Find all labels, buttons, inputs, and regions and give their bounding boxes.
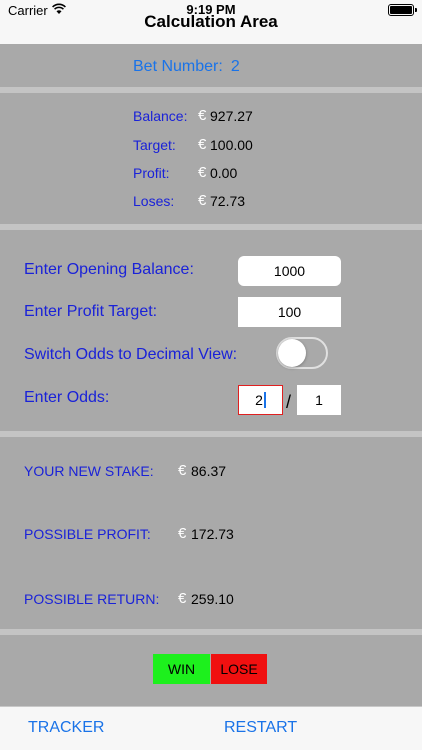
profit-target-input[interactable]: 100 bbox=[238, 297, 341, 327]
balance-currency: € bbox=[198, 107, 207, 124]
odds-label: Enter Odds: bbox=[24, 389, 110, 406]
odds-numerator-input[interactable]: 2 bbox=[238, 385, 283, 415]
bet-number-section: Bet Number: 2 bbox=[0, 44, 422, 87]
profit-target-label: Enter Profit Target: bbox=[24, 303, 158, 320]
target-currency: € bbox=[198, 136, 207, 153]
bottom-toolbar: TRACKER RESTART bbox=[0, 706, 422, 750]
balance-value: 927.27 bbox=[210, 108, 253, 124]
bet-number-value: 2 bbox=[230, 58, 240, 75]
navigation-bar: Carrier 9:19 PM Calculation Area bbox=[0, 0, 422, 44]
actions-section: WIN LOSE bbox=[0, 635, 422, 706]
possible-return-value: 259.10 bbox=[191, 591, 234, 607]
opening-balance-input[interactable]: 1000 bbox=[238, 256, 341, 286]
decimal-view-label: Switch Odds to Decimal View: bbox=[24, 346, 238, 363]
new-stake-label: YOUR NEW STAKE: bbox=[24, 463, 154, 479]
stats-section: Balance: € 927.27 Target: € 100.00 Profi… bbox=[0, 93, 422, 224]
odds-denominator-input[interactable]: 1 bbox=[297, 385, 341, 415]
new-stake-value: 86.37 bbox=[191, 463, 227, 479]
loses-label: Loses: bbox=[133, 193, 175, 209]
input-section: Enter Opening Balance: 1000 Enter Profit… bbox=[0, 230, 422, 431]
target-value: 100.00 bbox=[210, 137, 253, 153]
bet-number-row: Bet Number: 2 bbox=[133, 58, 240, 76]
balance-label: Balance: bbox=[133, 108, 188, 124]
possible-profit-value: 172.73 bbox=[191, 526, 234, 542]
opening-balance-label: Enter Opening Balance: bbox=[24, 261, 194, 278]
win-button[interactable]: WIN bbox=[153, 654, 210, 684]
lose-button[interactable]: LOSE bbox=[211, 654, 267, 684]
profit-value: 0.00 bbox=[210, 165, 238, 181]
opening-balance-value: 1000 bbox=[273, 263, 306, 279]
possible-return-currency: € bbox=[178, 590, 187, 607]
possible-profit-currency: € bbox=[178, 525, 187, 542]
restart-button[interactable]: RESTART bbox=[224, 719, 297, 737]
text-cursor bbox=[263, 392, 266, 408]
page-title: Calculation Area bbox=[144, 12, 278, 31]
possible-profit-label: POSSIBLE PROFIT: bbox=[24, 526, 151, 542]
loses-currency: € bbox=[198, 192, 207, 209]
new-stake-currency: € bbox=[178, 462, 187, 479]
odds-denominator-value: 1 bbox=[315, 392, 323, 408]
target-label: Target: bbox=[133, 137, 176, 153]
profit-target-value: 100 bbox=[277, 304, 302, 320]
possible-return-label: POSSIBLE RETURN: bbox=[24, 591, 160, 607]
loses-value: 72.73 bbox=[210, 193, 246, 209]
results-section: YOUR NEW STAKE: € 86.37 POSSIBLE PROFIT:… bbox=[0, 437, 422, 629]
decimal-view-toggle[interactable] bbox=[276, 337, 328, 369]
odds-numerator-value: 2 bbox=[255, 392, 263, 408]
bet-number-label: Bet Number: bbox=[133, 58, 223, 75]
tracker-button[interactable]: TRACKER bbox=[28, 719, 104, 737]
toggle-knob bbox=[278, 339, 306, 367]
profit-label: Profit: bbox=[133, 165, 170, 181]
profit-currency: € bbox=[198, 164, 207, 181]
odds-separator: / bbox=[286, 392, 292, 412]
